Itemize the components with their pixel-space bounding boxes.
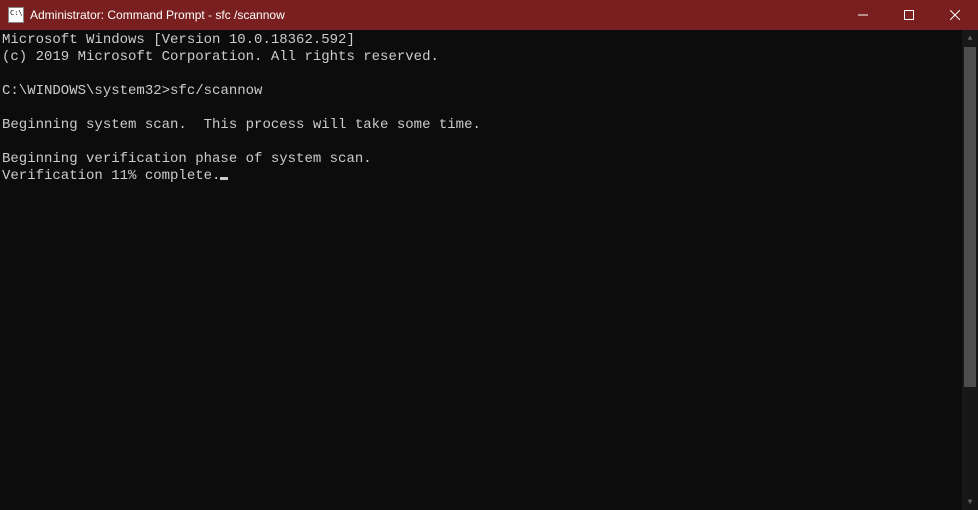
close-button[interactable]	[932, 0, 978, 30]
minimize-button[interactable]	[840, 0, 886, 30]
scan-begin-line: Beginning system scan. This process will…	[2, 117, 978, 134]
entered-command: sfc/scannow	[170, 83, 262, 99]
maximize-button[interactable]	[886, 0, 932, 30]
text-cursor	[220, 177, 228, 180]
copyright-line: (c) 2019 Microsoft Corporation. All righ…	[2, 49, 978, 66]
scroll-up-arrow-icon[interactable]: ▲	[962, 30, 978, 46]
blank-line	[2, 100, 978, 117]
window-titlebar: Administrator: Command Prompt - sfc /sca…	[0, 0, 978, 30]
prompt-path: C:\WINDOWS\system32>	[2, 83, 170, 99]
verify-progress-line: Verification 11% complete.	[2, 168, 978, 185]
verify-begin-line: Beginning verification phase of system s…	[2, 151, 978, 168]
window-controls	[840, 0, 978, 30]
cmd-icon	[8, 7, 24, 23]
version-line: Microsoft Windows [Version 10.0.18362.59…	[2, 32, 978, 49]
blank-line	[2, 134, 978, 151]
prompt-line: C:\WINDOWS\system32>sfc/scannow	[2, 83, 978, 100]
scrollbar-thumb[interactable]	[964, 47, 976, 387]
verify-progress-text: Verification 11% complete.	[2, 168, 220, 184]
terminal-output[interactable]: Microsoft Windows [Version 10.0.18362.59…	[0, 30, 978, 510]
scroll-down-arrow-icon[interactable]: ▼	[962, 494, 978, 510]
window-title: Administrator: Command Prompt - sfc /sca…	[30, 8, 840, 22]
vertical-scrollbar[interactable]: ▲ ▼	[962, 30, 978, 510]
blank-line	[2, 66, 978, 83]
